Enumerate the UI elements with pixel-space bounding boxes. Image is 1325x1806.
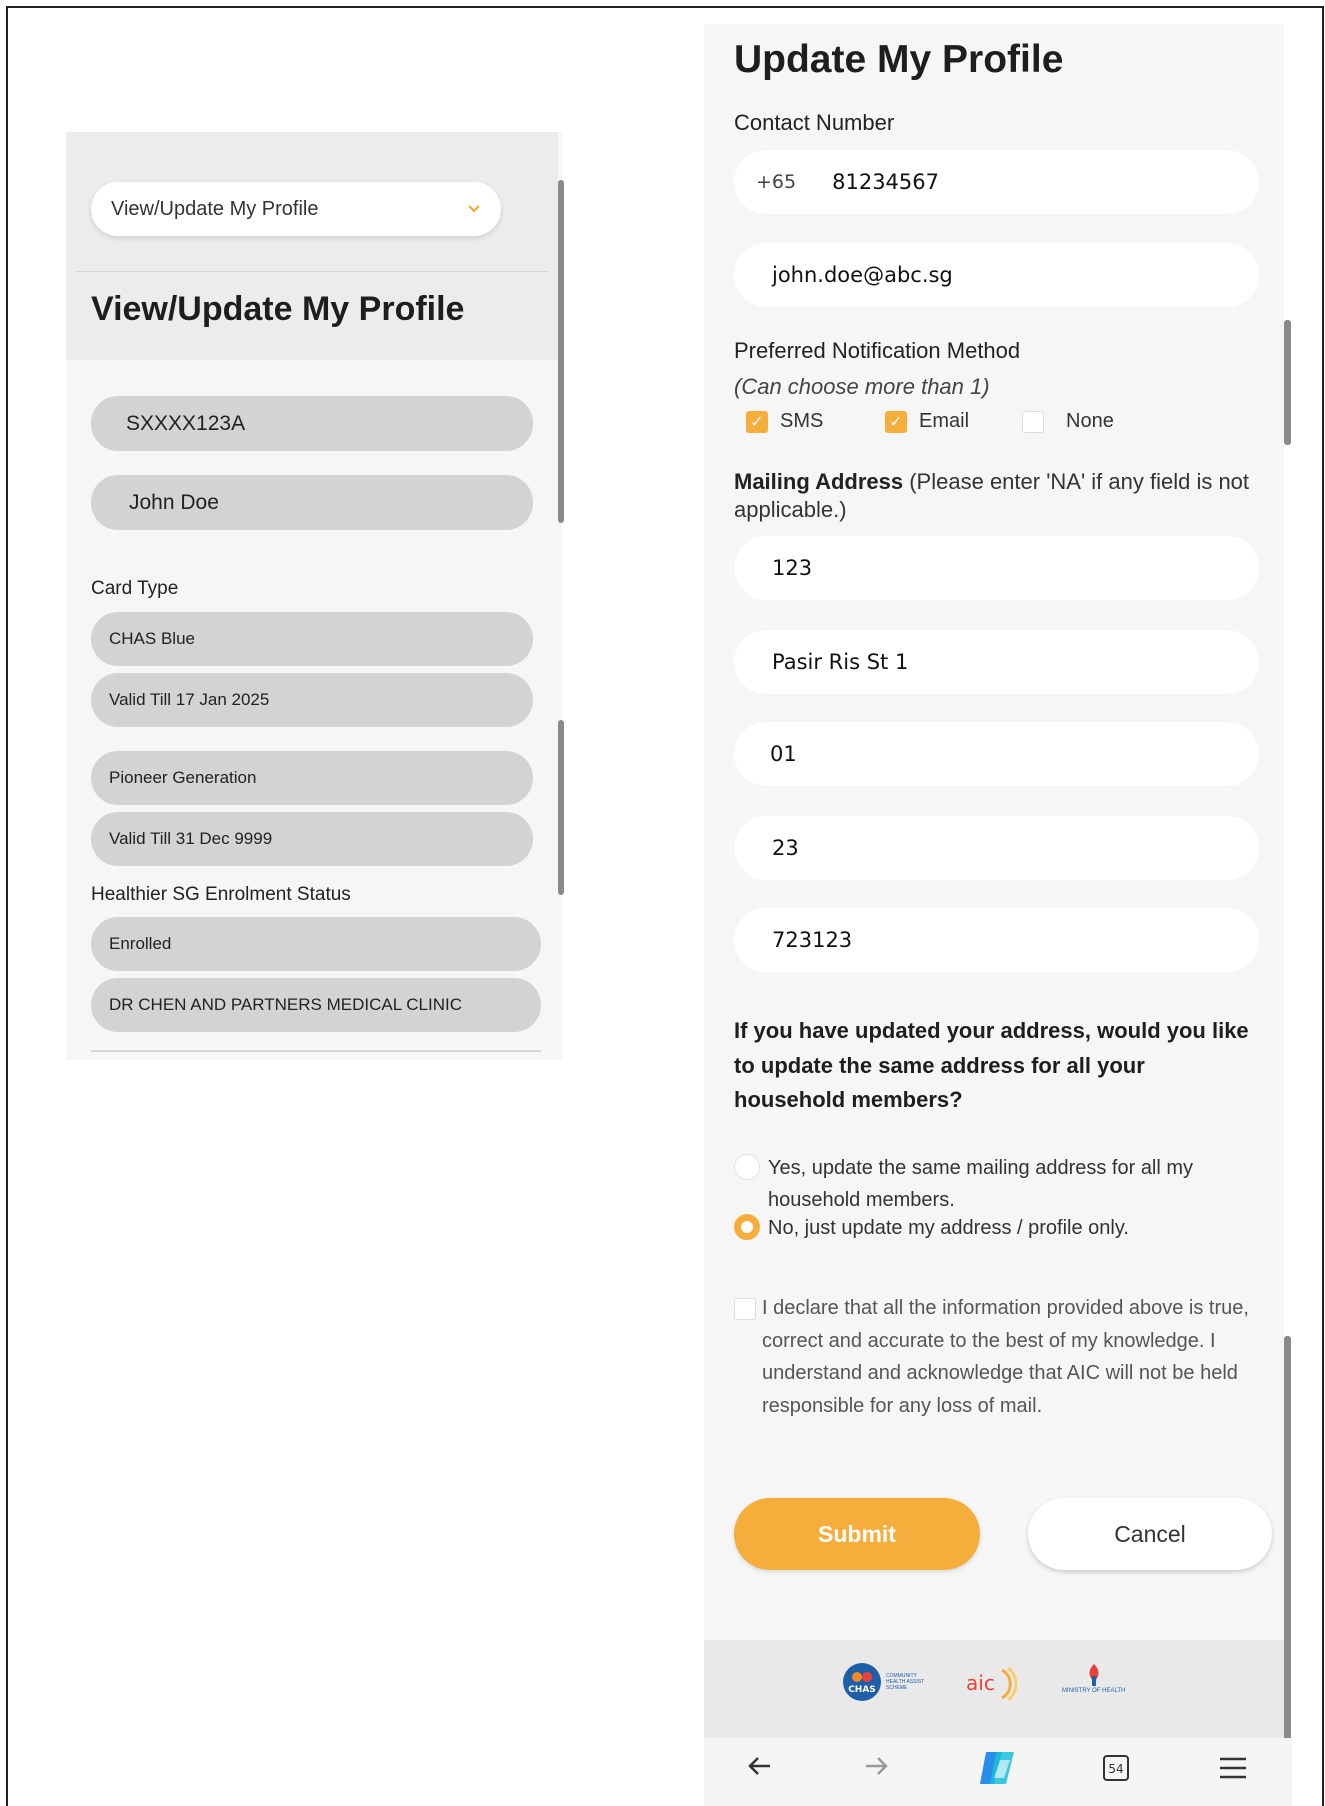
checkbox-empty bbox=[734, 1298, 756, 1320]
browser-navbar: 54 bbox=[704, 1738, 1292, 1806]
floor-number-field[interactable]: 01 bbox=[734, 722, 1259, 786]
radio-unselected-icon bbox=[734, 1154, 760, 1180]
tabs-icon[interactable]: 54 bbox=[1102, 1754, 1130, 1790]
radio-yes-household[interactable]: Yes, update the same mailing address for… bbox=[734, 1152, 1254, 1216]
scrollbar[interactable] bbox=[558, 180, 564, 523]
street-name-field[interactable]: Pasir Ris St 1 bbox=[734, 630, 1259, 694]
update-profile-panel: Update My Profile Contact Number +65 812… bbox=[704, 24, 1292, 1806]
radio-label: No, just update my address / profile onl… bbox=[768, 1217, 1129, 1239]
clinic-name: DR CHEN AND PARTNERS MEDICAL CLINIC bbox=[91, 978, 541, 1032]
svg-text:aic: aic bbox=[966, 1671, 995, 1695]
name-field: John Doe bbox=[91, 475, 533, 530]
none-checkbox[interactable]: None bbox=[1022, 410, 1114, 433]
copilot-icon[interactable] bbox=[976, 1748, 1020, 1796]
postal-code-field[interactable]: 723123 bbox=[734, 908, 1259, 972]
radio-selected-icon bbox=[734, 1214, 760, 1240]
checkbox-empty bbox=[1022, 410, 1044, 433]
checkmark-icon: ✓ bbox=[746, 410, 768, 433]
forward-arrow-icon[interactable] bbox=[862, 1752, 890, 1788]
block-number-field[interactable]: 123 bbox=[734, 536, 1259, 600]
checkbox-label: Email bbox=[919, 410, 970, 432]
svg-text:CHAS: CHAS bbox=[848, 1685, 876, 1695]
divider bbox=[91, 1050, 541, 1052]
back-arrow-icon[interactable] bbox=[746, 1752, 774, 1788]
cancel-button[interactable]: Cancel bbox=[1028, 1498, 1272, 1570]
checkbox-label: None bbox=[1066, 410, 1114, 432]
unit-number-field[interactable]: 23 bbox=[734, 816, 1259, 880]
household-question: If you have updated your address, would … bbox=[734, 1018, 1249, 1112]
divider bbox=[76, 271, 548, 272]
declaration-checkbox[interactable]: I declare that all the information provi… bbox=[734, 1292, 1254, 1422]
chas-logo: CHAS COMMUNITY HEALTH ASSIST SCHEME bbox=[842, 1662, 926, 1702]
radio-label: Yes, update the same mailing address for… bbox=[768, 1157, 1194, 1211]
scrollbar[interactable] bbox=[558, 720, 564, 895]
checkbox-label: SMS bbox=[780, 410, 824, 432]
profile-dropdown-label: View/Update My Profile bbox=[111, 197, 319, 220]
submit-button[interactable]: Submit bbox=[734, 1498, 980, 1570]
phone-value: 81234567 bbox=[832, 170, 939, 194]
enrolment-status: Enrolled bbox=[91, 917, 541, 971]
notification-label: Preferred Notification Method bbox=[734, 338, 1021, 363]
sms-checkbox[interactable]: ✓ SMS bbox=[746, 410, 823, 433]
left-profile-panel: View/Update My Profile View/Update My Pr… bbox=[66, 132, 564, 1060]
scrollbar[interactable] bbox=[1284, 320, 1291, 445]
country-code: +65 bbox=[756, 171, 797, 193]
profile-dropdown[interactable]: View/Update My Profile bbox=[91, 182, 501, 236]
mailing-address-label: Mailing Address (Please enter 'NA' if an… bbox=[734, 469, 1250, 522]
card-type-value: Pioneer Generation bbox=[91, 751, 533, 805]
contact-number-label: Contact Number bbox=[734, 110, 895, 135]
notification-hint: (Can choose more than 1) bbox=[734, 374, 990, 399]
radio-no-household[interactable]: No, just update my address / profile onl… bbox=[734, 1212, 1254, 1244]
card-validity: Valid Till 17 Jan 2025 bbox=[91, 673, 533, 727]
id-number-field: SXXXX123A bbox=[91, 396, 533, 451]
menu-icon[interactable] bbox=[1218, 1754, 1248, 1790]
contact-number-field[interactable]: +65 81234567 bbox=[734, 150, 1259, 214]
email-checkbox[interactable]: ✓ Email bbox=[885, 410, 969, 433]
left-header: View/Update My Profile View/Update My Pr… bbox=[66, 132, 558, 360]
scrollbar[interactable] bbox=[1284, 1336, 1291, 1761]
healthier-sg-label: Healthier SG Enrolment Status bbox=[91, 884, 351, 905]
aic-logo: aic bbox=[962, 1666, 1020, 1702]
svg-text:54: 54 bbox=[1108, 1762, 1123, 1776]
moh-logo: MINISTRY OF HEALTH bbox=[1062, 1662, 1125, 1694]
footer-logos: CHAS COMMUNITY HEALTH ASSIST SCHEME aic … bbox=[704, 1640, 1284, 1738]
page-title: Update My Profile bbox=[734, 38, 1064, 81]
declaration-text: I declare that all the information provi… bbox=[762, 1297, 1249, 1417]
card-type-label: Card Type bbox=[91, 578, 179, 599]
checkmark-icon: ✓ bbox=[885, 410, 907, 433]
page-title: View/Update My Profile bbox=[91, 290, 465, 328]
email-field[interactable]: john.doe@abc.sg bbox=[734, 243, 1259, 307]
chevron-down-icon bbox=[467, 201, 481, 217]
card-type-value: CHAS Blue bbox=[91, 612, 533, 666]
card-validity: Valid Till 31 Dec 9999 bbox=[91, 812, 533, 866]
